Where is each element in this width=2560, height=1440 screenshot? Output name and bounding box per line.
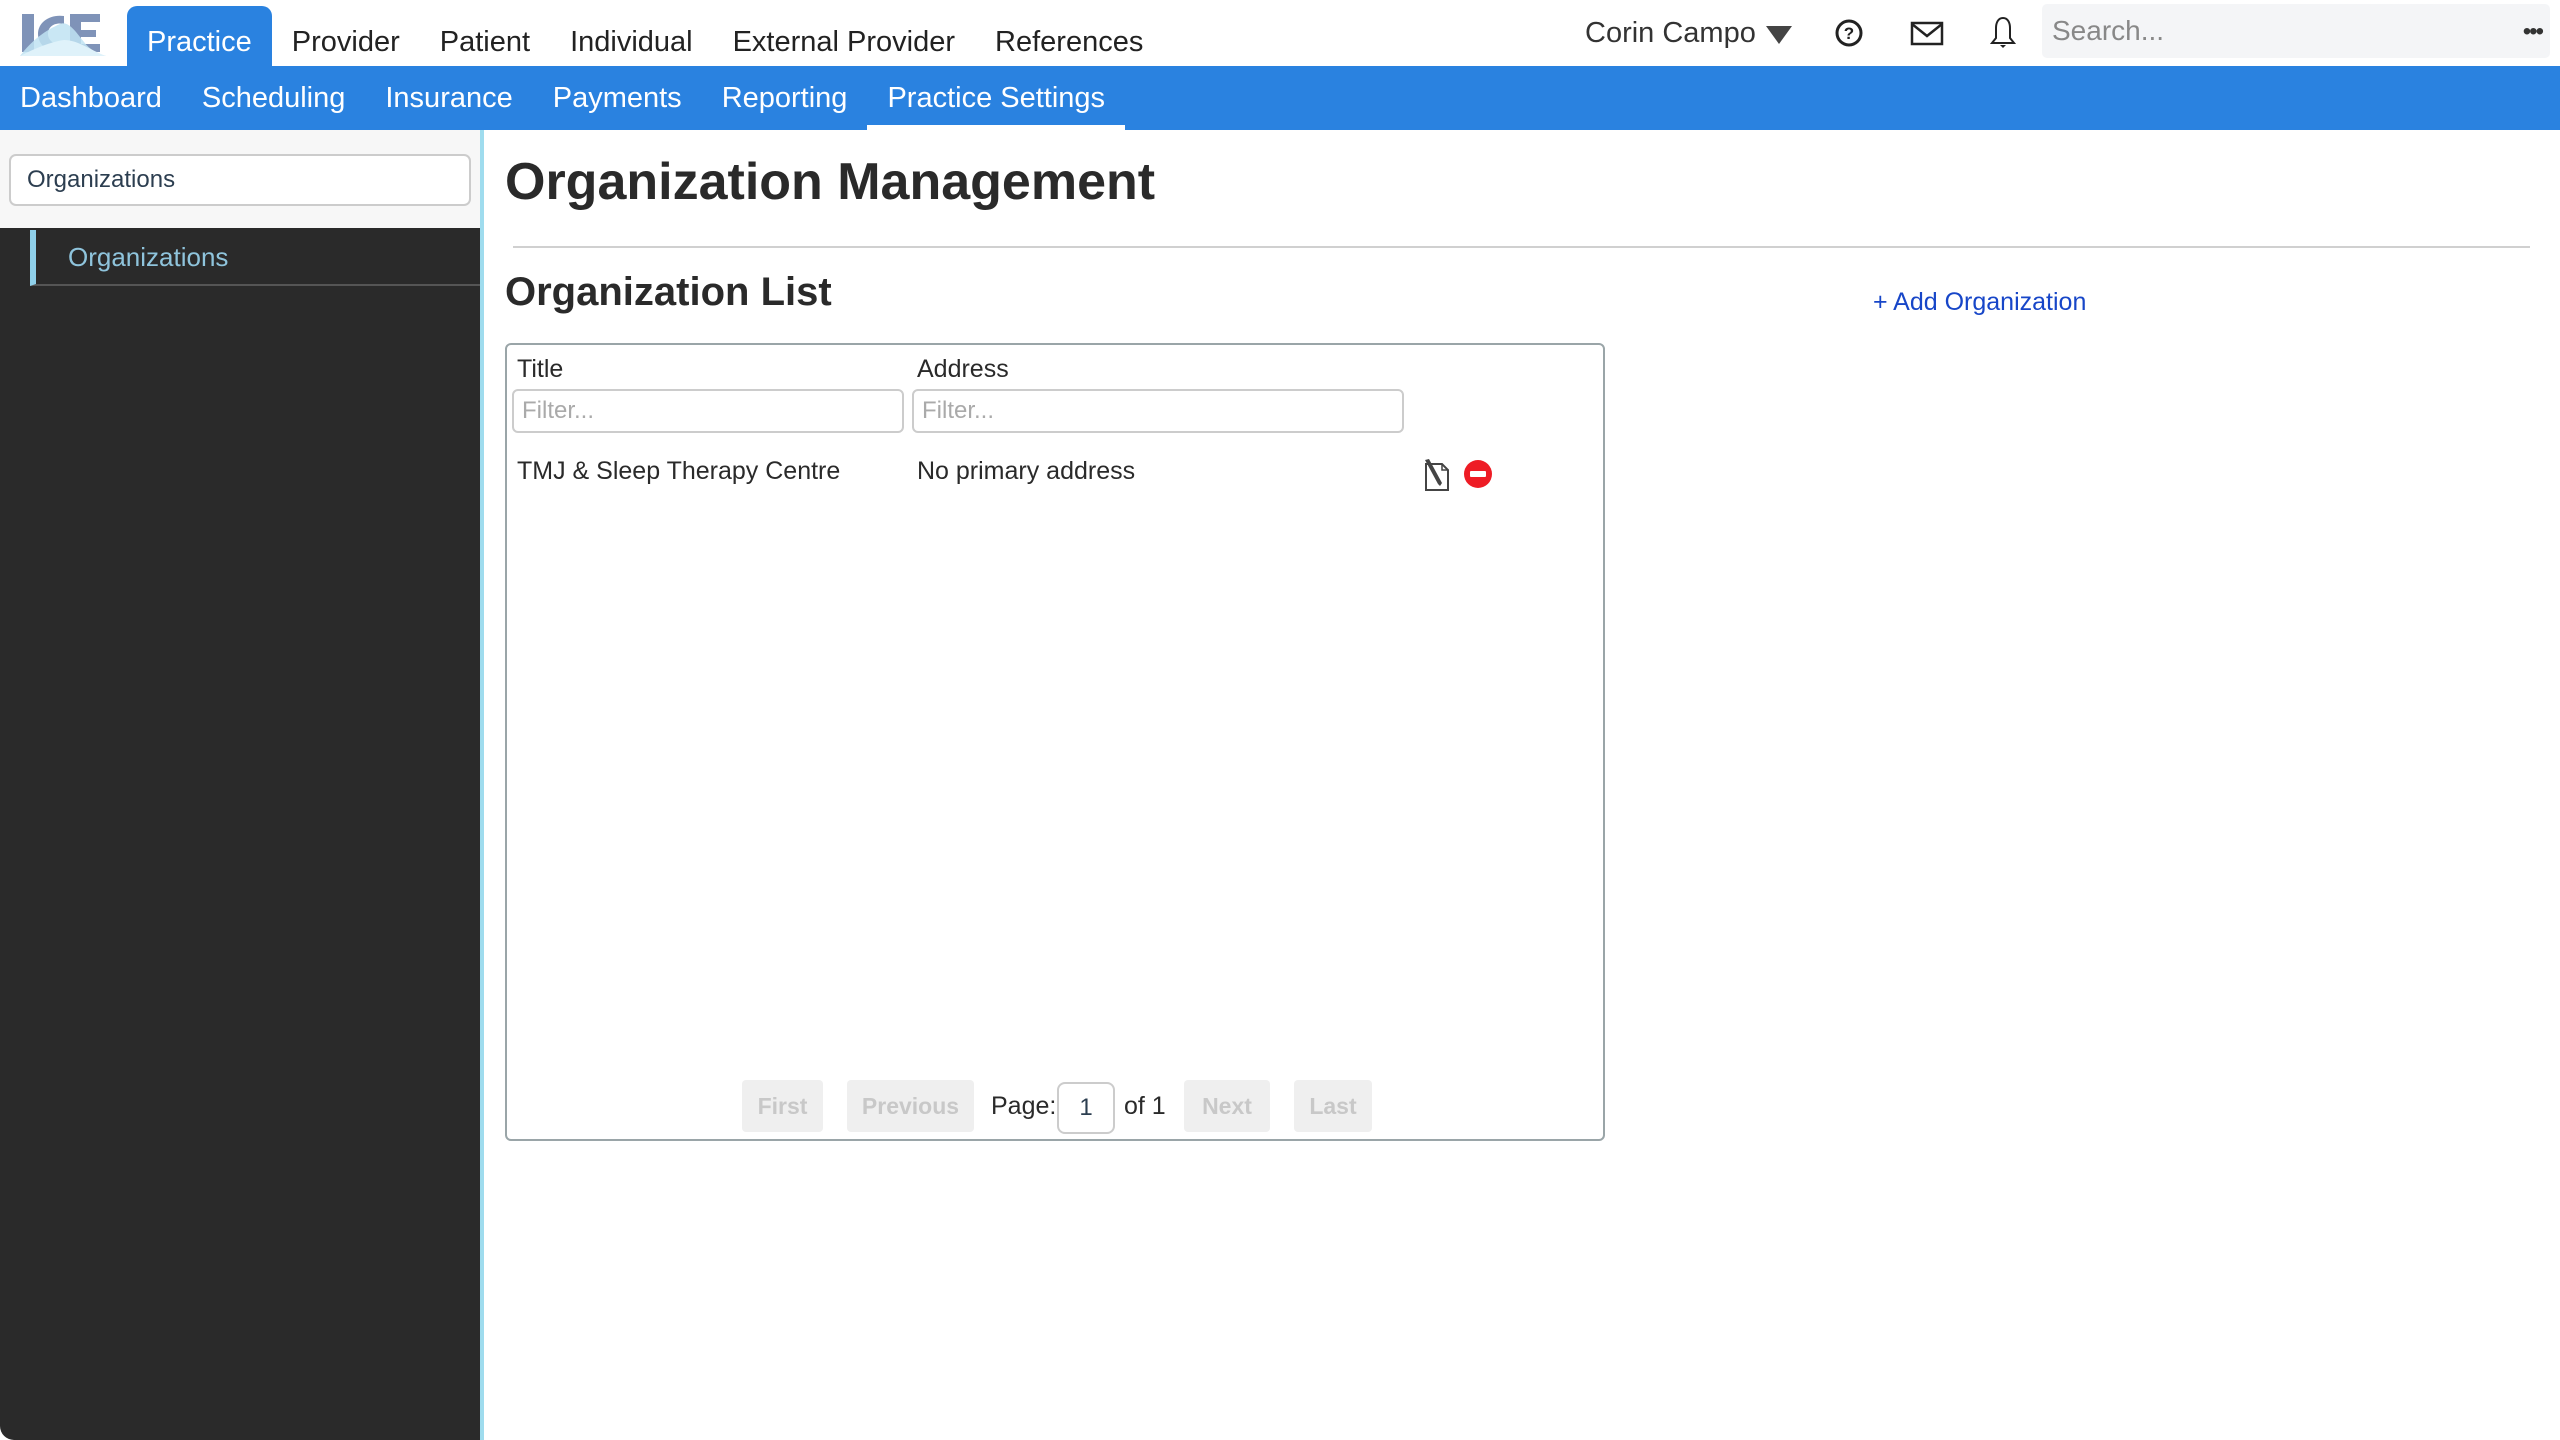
ice-logo[interactable]: [20, 10, 106, 56]
svg-text:?: ?: [1844, 24, 1854, 43]
nav-tab-references[interactable]: References: [975, 6, 1163, 66]
next-page-button[interactable]: Next: [1184, 1080, 1270, 1132]
subnav-insurance[interactable]: Insurance: [365, 66, 532, 130]
subnav-scheduling[interactable]: Scheduling: [182, 66, 366, 130]
pagination: First Previous Page: of 1 Next Last: [507, 1080, 1603, 1134]
global-search: •••: [2042, 4, 2550, 58]
title-divider: [513, 246, 2530, 248]
subnav-dashboard[interactable]: Dashboard: [0, 66, 182, 130]
more-options-icon[interactable]: •••: [2523, 18, 2544, 46]
last-page-button[interactable]: Last: [1294, 1080, 1372, 1132]
sidebar-item-organizations[interactable]: Organizations: [30, 230, 480, 286]
primary-nav: Practice Provider Patient Individual Ext…: [127, 6, 1163, 66]
address-filter-input[interactable]: [912, 389, 1404, 433]
page-title: Organization Management: [505, 153, 1156, 211]
user-menu[interactable]: Corin Campo: [1585, 0, 1792, 66]
row-address: No primary address: [917, 457, 1136, 485]
column-header-title[interactable]: Title: [517, 355, 563, 384]
first-page-button[interactable]: First: [742, 1080, 823, 1132]
sidebar-search-input[interactable]: [9, 154, 471, 206]
edit-icon[interactable]: [1422, 459, 1452, 493]
nav-tab-practice[interactable]: Practice: [127, 6, 272, 66]
sidebar: Organizations: [0, 130, 480, 1440]
secondary-nav: Dashboard Scheduling Insurance Payments …: [0, 66, 2560, 130]
section-title: Organization List: [505, 270, 832, 314]
sidebar-search-area: [0, 130, 480, 228]
row-title: TMJ & Sleep Therapy Centre: [517, 457, 841, 485]
nav-tab-individual[interactable]: Individual: [550, 6, 713, 66]
page-label: Page:: [991, 1092, 1057, 1120]
nav-tab-provider[interactable]: Provider: [272, 6, 420, 66]
global-search-input[interactable]: [2052, 8, 2472, 54]
column-header-address[interactable]: Address: [917, 355, 1009, 384]
subnav-reporting[interactable]: Reporting: [702, 66, 868, 130]
subnav-practice-settings[interactable]: Practice Settings: [867, 66, 1125, 130]
title-filter-input[interactable]: [512, 389, 904, 433]
page-total: of 1: [1124, 1092, 1166, 1120]
page-number-input[interactable]: [1057, 1082, 1115, 1134]
previous-page-button[interactable]: Previous: [847, 1080, 974, 1132]
top-bar: Practice Provider Patient Individual Ext…: [0, 0, 2560, 66]
subnav-payments[interactable]: Payments: [533, 66, 702, 130]
mail-icon[interactable]: [1908, 14, 1946, 52]
add-organization-link[interactable]: + Add Organization: [1873, 288, 2086, 317]
sidebar-divider[interactable]: [480, 130, 484, 1440]
caret-down-icon: [1765, 26, 1792, 44]
delete-icon[interactable]: [1463, 459, 1493, 489]
nav-tab-external-provider[interactable]: External Provider: [713, 6, 975, 66]
user-name: Corin Campo: [1585, 16, 1756, 49]
help-icon[interactable]: ?: [1830, 14, 1868, 52]
organization-table: Title Address TMJ & Sleep Therapy Centre…: [505, 343, 1605, 1141]
nav-tab-patient[interactable]: Patient: [420, 6, 550, 66]
bell-icon[interactable]: [1984, 14, 2022, 52]
